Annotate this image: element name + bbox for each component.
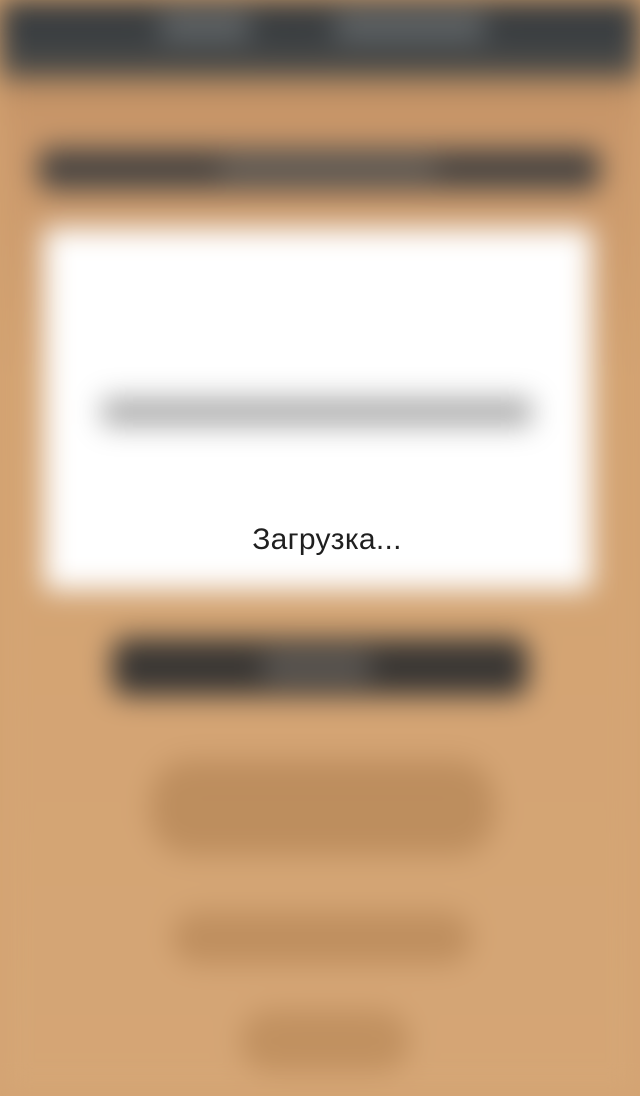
header-strip (38, 148, 600, 190)
background-shape (150, 760, 495, 855)
action-bar-highlight (262, 652, 372, 682)
top-bar-tab (160, 14, 250, 40)
background-shape (172, 912, 472, 964)
loading-text: Загрузка... (252, 523, 402, 556)
action-bar (112, 638, 528, 696)
top-bar (0, 0, 640, 78)
top-bar-tab (335, 14, 485, 40)
header-strip-highlight (218, 158, 438, 178)
card-text-placeholder (102, 398, 532, 426)
background-shape (240, 1010, 410, 1072)
